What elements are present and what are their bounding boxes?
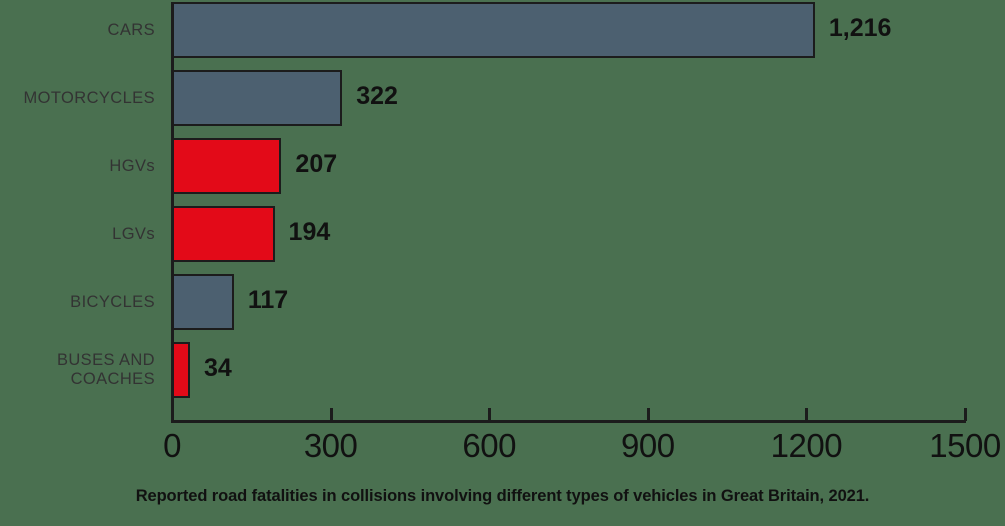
category-label-text: LGVs (112, 224, 155, 243)
x-axis-tick (964, 408, 967, 421)
bar (172, 2, 815, 58)
x-axis-tick (488, 408, 492, 421)
bar-chart: CARS 1,216 MOTORCYCLES 322 HGVs 207 LGVs 194 BIC… (0, 0, 1005, 526)
category-label: HGVs (0, 157, 155, 176)
bar (172, 342, 190, 398)
category-label: LGVs (0, 225, 155, 244)
x-axis-tick (329, 408, 333, 421)
bar-row: HGVs 207 (0, 138, 1005, 206)
bar-value-label: 117 (247, 286, 289, 314)
category-label-text: MOTORCYCLES (23, 88, 155, 107)
x-axis-tick (171, 408, 174, 421)
category-label-line: COACHES (70, 370, 155, 388)
x-axis-tick-label: 1500 (929, 427, 1001, 464)
category-label-text: CARS (107, 20, 155, 39)
x-axis-tick (646, 408, 650, 421)
bar-value-label: 322 (356, 82, 398, 110)
category-label-text: BICYCLES (70, 292, 155, 311)
category-label: BUSES AND COACHES (45, 351, 155, 389)
chart-caption: Reported road fatalities in collisions i… (135, 487, 870, 505)
bar-row: BUSES AND COACHES 34 (0, 342, 1005, 410)
category-label-line: BUSES AND (56, 351, 155, 369)
x-axis-line (171, 420, 966, 423)
bar-value-label: 34 (203, 354, 232, 382)
x-axis-tick-label: 600 (462, 427, 516, 464)
plot-area: CARS 1,216 MOTORCYCLES 322 HGVs 207 LGVs 194 BIC… (0, 0, 1005, 464)
category-label: BICYCLES (0, 293, 155, 312)
category-label: MOTORCYCLES (0, 89, 155, 108)
bar-row: MOTORCYCLES 322 (0, 70, 1005, 138)
bar-value-label: 207 (295, 150, 338, 178)
x-axis-tick-label: 1200 (770, 427, 843, 464)
bar (172, 138, 282, 194)
bar-row: CARS 1,216 (0, 2, 1005, 70)
x-axis-tick-label: 0 (163, 427, 181, 464)
x-axis-tick-label: 900 (621, 427, 675, 464)
bar-row: LGVs 194 (0, 206, 1005, 274)
x-axis-tick (805, 408, 809, 421)
bar-value-label: 1,216 (828, 14, 892, 42)
bar-value-label: 194 (288, 218, 331, 246)
category-label: CARS (0, 21, 155, 40)
bar (172, 274, 234, 330)
y-axis-line (171, 2, 174, 420)
bar (172, 70, 343, 126)
bar (172, 206, 275, 262)
bar-row: BICYCLES 117 (0, 274, 1005, 342)
category-label-text: HGVs (109, 156, 155, 175)
x-axis-tick-label: 300 (303, 427, 358, 464)
